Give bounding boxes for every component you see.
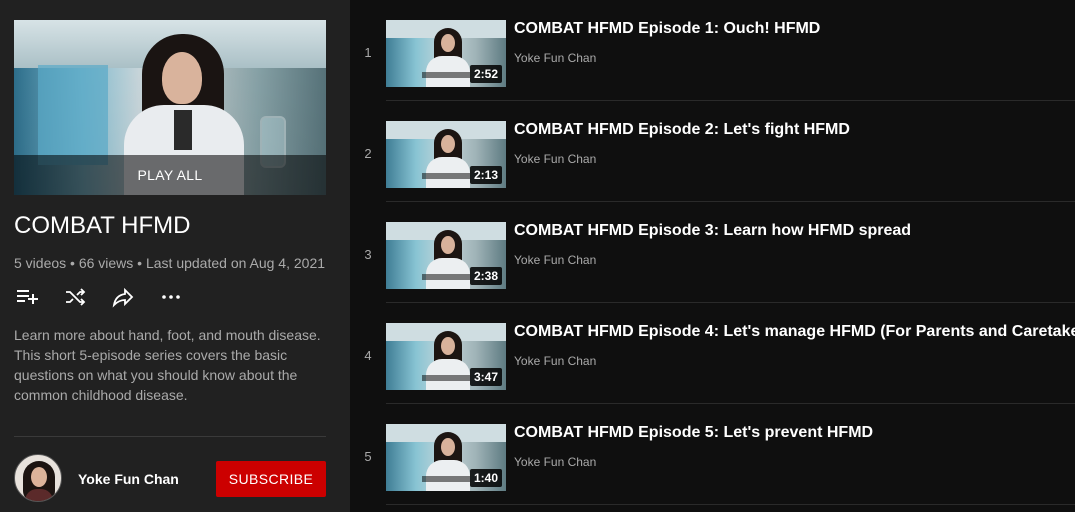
video-channel[interactable]: Yoke Fun Chan: [514, 354, 596, 368]
list-item[interactable]: 3 2:38 COMBAT HFMD Episode 3: Learn how …: [350, 202, 1075, 303]
video-index: 3: [364, 247, 372, 262]
video-thumbnail[interactable]: 2:13: [386, 121, 506, 188]
video-channel[interactable]: Yoke Fun Chan: [514, 152, 596, 166]
video-channel[interactable]: Yoke Fun Chan: [514, 455, 596, 469]
video-title[interactable]: COMBAT HFMD Episode 3: Learn how HFMD sp…: [514, 222, 911, 240]
video-thumbnail[interactable]: 1:40: [386, 424, 506, 491]
share-icon[interactable]: [110, 284, 136, 310]
owner-name[interactable]: Yoke Fun Chan: [78, 471, 179, 487]
play-all-button[interactable]: PLAY ALL: [14, 155, 326, 195]
video-title[interactable]: COMBAT HFMD Episode 5: Let's prevent HFM…: [514, 424, 873, 442]
video-title[interactable]: COMBAT HFMD Episode 4: Let's manage HFMD…: [514, 323, 1075, 341]
duration-badge: 2:38: [469, 267, 502, 285]
list-item[interactable]: 2 2:13 COMBAT HFMD Episode 2: Let's figh…: [350, 101, 1075, 202]
list-item[interactable]: 1 2:52 COMBAT HFMD Episode 1: Ouch! HFMD…: [350, 0, 1075, 101]
playlist-stats: 5 videos • 66 views • Last updated on Au…: [14, 255, 326, 271]
video-thumbnail[interactable]: 2:38: [386, 222, 506, 289]
video-title[interactable]: COMBAT HFMD Episode 2: Let's fight HFMD: [514, 121, 850, 139]
playlist-video-list: 1 2:52 COMBAT HFMD Episode 1: Ouch! HFMD…: [350, 0, 1075, 512]
playlist-sidebar: PLAY ALL COMBAT HFMD 5 videos • 66 views…: [0, 0, 350, 512]
video-channel[interactable]: Yoke Fun Chan: [514, 51, 596, 65]
more-icon[interactable]: [158, 284, 184, 310]
playlist-hero-thumbnail[interactable]: PLAY ALL: [14, 20, 326, 195]
add-to-queue-icon[interactable]: [14, 284, 40, 310]
list-item[interactable]: 5 1:40 COMBAT HFMD Episode 5: Let's prev…: [350, 404, 1075, 505]
video-index: 1: [364, 45, 372, 60]
video-index: 2: [364, 146, 372, 161]
subscribe-button[interactable]: SUBSCRIBE: [216, 461, 326, 497]
duration-badge: 3:47: [469, 368, 502, 386]
play-all-label: PLAY ALL: [137, 167, 203, 183]
playlist-title: COMBAT HFMD: [14, 212, 191, 239]
video-thumbnail[interactable]: 2:52: [386, 20, 506, 87]
video-thumbnail[interactable]: 3:47: [386, 323, 506, 390]
divider: [386, 504, 1075, 505]
playlist-actions: [14, 284, 184, 310]
playlist-owner: Yoke Fun Chan SUBSCRIBE: [14, 454, 326, 504]
video-channel[interactable]: Yoke Fun Chan: [514, 253, 596, 267]
playlist-description: Learn more about hand, foot, and mouth d…: [14, 327, 321, 403]
duration-badge: 1:40: [469, 469, 502, 487]
video-index: 4: [364, 348, 372, 363]
list-item[interactable]: 4 3:47 COMBAT HFMD Episode 4: Let's mana…: [350, 303, 1075, 404]
video-index: 5: [364, 449, 372, 464]
divider: [14, 436, 326, 437]
video-title[interactable]: COMBAT HFMD Episode 1: Ouch! HFMD: [514, 20, 820, 38]
duration-badge: 2:13: [469, 166, 502, 184]
shuffle-icon[interactable]: [62, 284, 88, 310]
avatar[interactable]: [14, 454, 62, 502]
duration-badge: 2:52: [469, 65, 502, 83]
